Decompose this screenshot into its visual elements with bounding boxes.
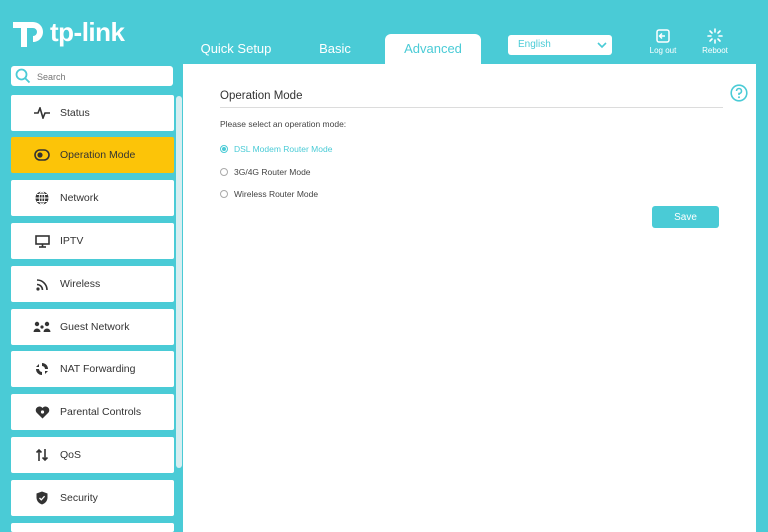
wifi-icon xyxy=(30,278,54,291)
save-button[interactable]: Save xyxy=(652,206,719,228)
sidebar-item-label: Operation Mode xyxy=(60,149,136,161)
sidebar-item-network[interactable]: Network xyxy=(11,180,174,216)
sidebar-item-iptv[interactable]: IPTV xyxy=(11,223,174,259)
sidebar-item-qos[interactable]: QoS xyxy=(11,437,174,473)
radio-button[interactable] xyxy=(220,168,228,176)
updown-arrows-icon xyxy=(30,448,54,462)
radio-label: 3G/4G Router Mode xyxy=(234,167,311,177)
radio-label: Wireless Router Mode xyxy=(234,189,319,199)
reboot-button[interactable]: Reboot xyxy=(690,28,740,55)
monitor-icon xyxy=(30,234,54,248)
sidebar-item-guest-network[interactable]: Guest Network xyxy=(11,309,174,345)
sidebar-scrollbar[interactable] xyxy=(176,96,182,468)
help-icon xyxy=(730,84,748,102)
sidebar-item-label: Network xyxy=(60,192,99,204)
search-input[interactable] xyxy=(35,68,169,86)
globe-icon xyxy=(30,191,54,205)
chevron-down-icon xyxy=(597,35,607,63)
language-selected: English xyxy=(518,39,551,50)
sidebar-item-label: Parental Controls xyxy=(60,406,142,418)
main-panel: Operation Mode Please select an operatio… xyxy=(183,64,756,532)
language-select[interactable]: English xyxy=(508,35,612,55)
mode-instruction: Please select an operation mode: xyxy=(220,119,347,129)
sidebar-item-partial[interactable] xyxy=(11,523,174,532)
tp-link-logo-icon xyxy=(13,22,43,47)
tp-link-logo: tp-link xyxy=(10,14,125,50)
sidebar-item-status[interactable]: Status xyxy=(11,95,174,131)
sidebar-item-label: NAT Forwarding xyxy=(60,363,136,375)
guest-icon xyxy=(30,321,54,333)
sidebar-item-label: Wireless xyxy=(60,278,101,290)
brand-name: tp-link xyxy=(50,16,125,47)
sidebar-item-label: IPTV xyxy=(60,235,84,247)
shield-icon xyxy=(30,491,54,505)
sidebar-item-wireless[interactable]: Wireless xyxy=(11,266,174,302)
radio-dsl-modem-router[interactable]: DSL Modem Router Mode xyxy=(220,144,332,154)
sidebar-item-operation-mode[interactable]: Operation Mode xyxy=(11,137,174,173)
tab-quick-setup[interactable]: Quick Setup xyxy=(186,34,286,64)
reboot-icon xyxy=(707,28,723,44)
heart-icon xyxy=(30,406,54,419)
sidebar-item-security[interactable]: Security xyxy=(11,480,174,516)
search-box xyxy=(11,66,173,86)
sidebar-item-parental-controls[interactable]: Parental Controls xyxy=(11,394,174,430)
radio-button[interactable] xyxy=(220,190,228,198)
reboot-label: Reboot xyxy=(702,46,728,55)
sidebar-item-label: Guest Network xyxy=(60,321,130,333)
radio-wireless-router[interactable]: Wireless Router Mode xyxy=(220,189,318,199)
sidebar-item-nat-forwarding[interactable]: NAT Forwarding xyxy=(11,351,174,387)
page-title: Operation Mode xyxy=(220,90,303,102)
pulse-icon xyxy=(30,107,54,119)
radio-button[interactable] xyxy=(220,145,228,153)
title-divider xyxy=(220,107,723,108)
search-icon xyxy=(15,68,31,84)
sidebar-item-label: Status xyxy=(60,107,90,119)
nat-icon xyxy=(30,362,54,376)
help-button[interactable] xyxy=(730,84,748,107)
tab-advanced[interactable]: Advanced xyxy=(385,34,481,64)
tab-basic[interactable]: Basic xyxy=(300,34,370,64)
logout-button[interactable]: Log out xyxy=(638,28,688,55)
toggle-icon xyxy=(30,149,54,161)
radio-3g4g-router[interactable]: 3G/4G Router Mode xyxy=(220,167,311,177)
logout-label: Log out xyxy=(649,46,677,55)
logout-icon xyxy=(656,29,670,43)
sidebar-item-label: QoS xyxy=(60,449,82,461)
sidebar-item-label: Security xyxy=(60,492,98,504)
radio-label: DSL Modem Router Mode xyxy=(234,144,333,154)
